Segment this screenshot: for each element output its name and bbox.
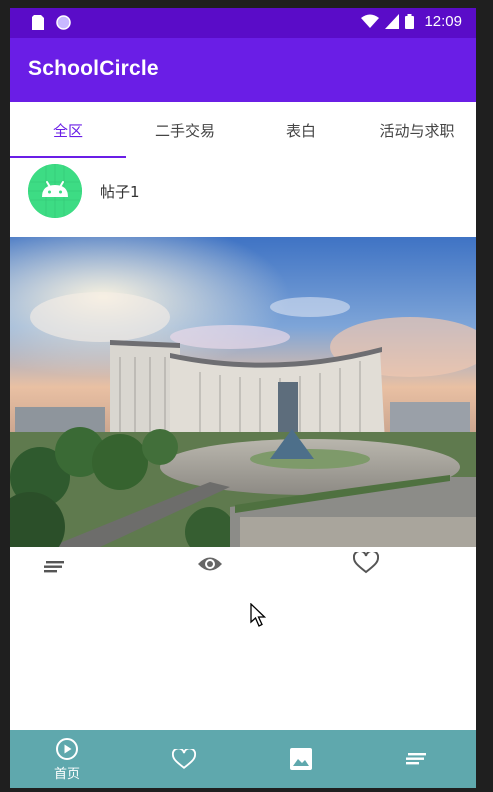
menu-icon[interactable] <box>44 559 66 578</box>
heart-icon <box>172 748 196 769</box>
tab-label: 表白 <box>285 121 316 140</box>
app-bar: SchoolCircle <box>10 38 476 102</box>
android-icon <box>28 164 82 218</box>
menu-icon <box>406 753 426 765</box>
bottom-navigation: 首页 <box>10 730 476 788</box>
wifi-icon <box>361 14 380 28</box>
heart-icon[interactable] <box>352 549 380 578</box>
status-time: 12:09 <box>424 13 462 30</box>
tab-all[interactable]: 全区 <box>10 102 126 158</box>
nav-home[interactable]: 首页 <box>35 730 99 788</box>
tab-label: 活动与求职 <box>379 121 455 140</box>
avatar[interactable] <box>28 164 82 218</box>
nav-favorites[interactable] <box>152 730 216 788</box>
eye-icon[interactable] <box>197 555 223 577</box>
app-title: SchoolCircle <box>28 57 159 80</box>
tab-bar: 全区 二手交易 表白 活动与求职 <box>10 102 476 158</box>
post-title[interactable]: 帖子1 <box>100 181 140 202</box>
post-header[interactable]: 帖子1 <box>10 158 476 237</box>
phone-screen: 12:09 SchoolCircle 全区 二手交易 表白 活动与求职 帖子1 … <box>10 8 476 788</box>
tab-events-jobs[interactable]: 活动与求职 <box>358 102 476 158</box>
device-frame: 12:09 SchoolCircle 全区 二手交易 表白 活动与求职 帖子1 … <box>0 0 493 792</box>
signal-icon <box>385 14 400 29</box>
play-circle-icon <box>56 737 78 760</box>
campus-photo <box>10 237 476 547</box>
post-image[interactable] <box>10 237 476 547</box>
notification-circle-icon <box>56 15 71 30</box>
sim-card-icon <box>32 15 44 30</box>
nav-gallery[interactable] <box>269 730 333 788</box>
post-actions <box>10 547 476 583</box>
battery-icon <box>405 14 415 29</box>
tab-confession[interactable]: 表白 <box>244 102 358 158</box>
tab-label: 二手交易 <box>154 121 215 140</box>
status-bar: 12:09 <box>10 8 476 38</box>
nav-home-label: 首页 <box>53 766 80 782</box>
tab-label: 全区 <box>52 121 83 140</box>
image-icon <box>290 748 312 770</box>
nav-list[interactable] <box>385 730 449 788</box>
tab-second-hand[interactable]: 二手交易 <box>126 102 244 158</box>
mouse-cursor-icon <box>250 602 267 631</box>
